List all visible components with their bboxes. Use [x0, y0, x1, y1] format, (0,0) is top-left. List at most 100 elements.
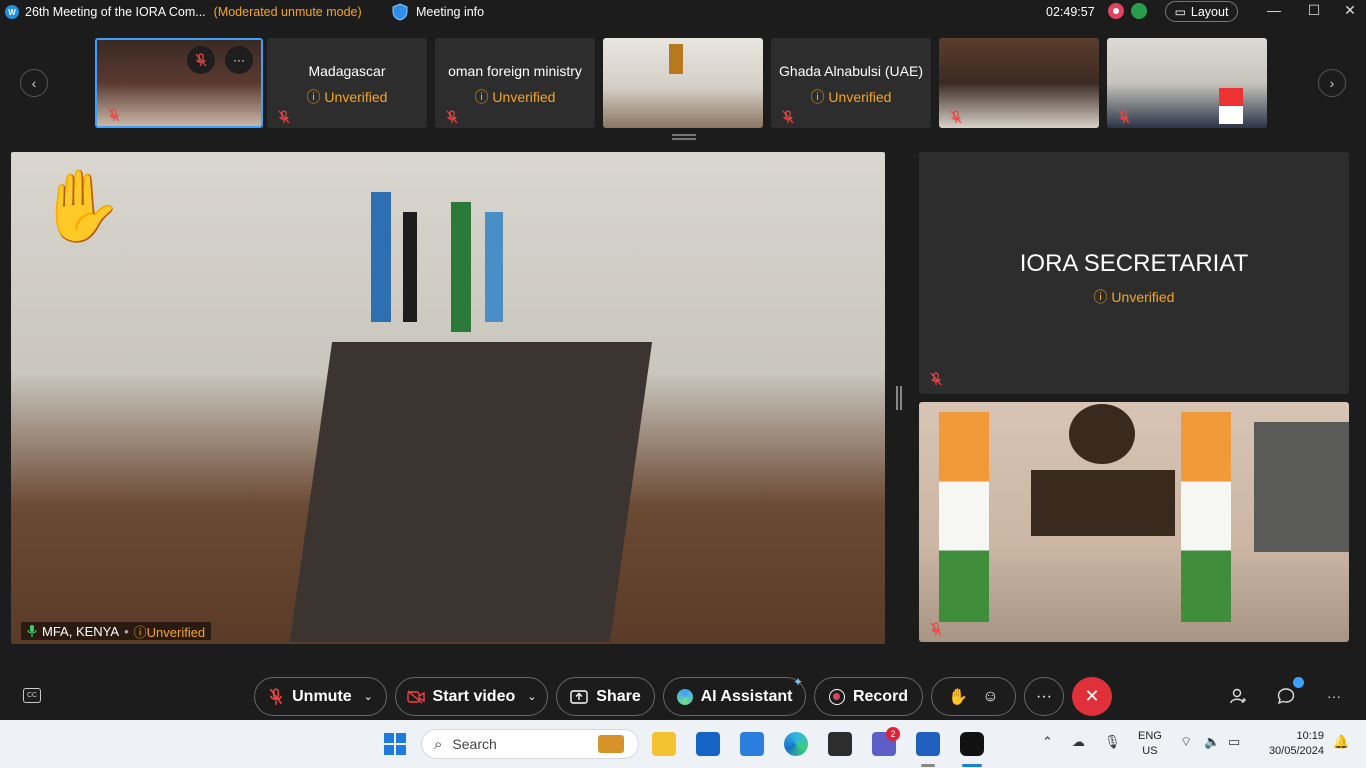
participant-video-tile-tanzania[interactable]	[939, 38, 1099, 128]
mic-off-icon	[108, 108, 120, 122]
mic-off-icon	[278, 110, 290, 124]
microsoft-store-icon[interactable]	[740, 732, 764, 756]
chat-notification-badge	[1293, 677, 1304, 688]
active-indicator	[962, 764, 982, 767]
chat-icon[interactable]	[1276, 686, 1296, 706]
search-icon: ⌕	[434, 735, 443, 753]
participant-status: ⓘ Unverified	[306, 89, 388, 105]
self-mute-button[interactable]	[187, 46, 215, 74]
mic-muted-tray-icon[interactable]: 🎙	[1104, 734, 1121, 750]
participant-video-feed	[603, 38, 763, 128]
search-highlight-icon	[598, 735, 624, 753]
meeting-info-button[interactable]: Meeting info	[392, 3, 484, 21]
participant-tile-iora-secretariat[interactable]: IORA SECRETARIAT ⓘ Unverified	[919, 152, 1349, 394]
word-icon[interactable]	[916, 732, 940, 756]
outlook-icon[interactable]	[696, 732, 720, 756]
closed-captions-button[interactable]: CC	[23, 688, 41, 703]
flag-image	[485, 212, 503, 322]
reactions-group: ✋ ☺	[931, 677, 1016, 716]
unverified-icon: ⓘ	[1093, 289, 1108, 305]
filmstrip-prev-button[interactable]: ‹	[20, 69, 48, 97]
flag-image	[371, 192, 391, 322]
reactions-icon[interactable]: ☺	[982, 688, 998, 706]
mic-off-icon	[195, 53, 207, 67]
share-label: Share	[596, 687, 641, 705]
meeting-mode: (Moderated unmute mode)	[213, 5, 362, 19]
share-button[interactable]: Share	[556, 677, 655, 716]
more-panels-icon[interactable]: ···	[1324, 686, 1344, 706]
record-icon	[828, 688, 845, 705]
raise-hand-icon[interactable]: ✋	[948, 687, 968, 707]
unverified-icon: ⓘ	[810, 89, 825, 105]
taskbar-search-box[interactable]: ⌕ Search	[421, 729, 639, 759]
chevron-down-icon[interactable]: ⌄	[527, 690, 536, 703]
leave-meeting-button[interactable]: ✕	[1072, 677, 1112, 716]
start-video-button[interactable]: Start video ⌄	[395, 677, 548, 716]
unmute-button[interactable]: Unmute ⌄	[254, 677, 387, 716]
raised-hand-icon: ✋	[37, 167, 125, 245]
layout-icon: ▭	[1174, 4, 1186, 19]
unverified-icon: ⓘ	[474, 89, 489, 105]
maximize-button[interactable]: ☐	[1304, 2, 1324, 20]
participant-video-tile-sri-lanka[interactable]	[603, 38, 763, 128]
participant-tile-madagascar[interactable]: Madagascar ⓘ Unverified	[267, 38, 427, 128]
flag-image	[403, 212, 417, 322]
unmute-label: Unmute	[292, 687, 352, 705]
language-indicator[interactable]: ENG US	[1138, 729, 1162, 759]
ai-assistant-label: AI Assistant	[700, 687, 793, 705]
participant-video-tile-india[interactable]	[919, 402, 1349, 642]
system-clock[interactable]: 10:19 30/05/2024	[1258, 729, 1324, 759]
self-video-tile[interactable]: ···	[95, 38, 263, 128]
search-placeholder: Search	[452, 736, 497, 752]
wifi-icon[interactable]: ⌔	[1180, 734, 1192, 750]
chevron-up-icon[interactable]: ⌃	[1042, 734, 1053, 750]
participant-video-feed	[939, 38, 1099, 128]
webex-taskbar-icon[interactable]	[960, 732, 984, 756]
filmstrip-resize-handle[interactable]	[672, 134, 696, 140]
mic-on-icon	[27, 625, 37, 637]
record-label: Record	[852, 687, 909, 705]
chevron-down-icon[interactable]: ⌄	[364, 690, 373, 703]
self-more-options-button[interactable]: ···	[225, 46, 253, 74]
participant-tile-oman[interactable]: oman foreign ministry ⓘ Unverified	[435, 38, 595, 128]
title-bar: W 26th Meeting of the IORA Com... (Moder…	[0, 0, 1366, 24]
participant-tile-uae[interactable]: Ghada Alnabulsi (UAE) ⓘ Unverified	[771, 38, 931, 128]
windows-taskbar: ⌕ Search ⌃ ☁ 🎙 ENG US ⌔ 🔈 ▭ 10:19 30/05/…	[0, 720, 1366, 768]
ai-assistant-button[interactable]: AI Assistant	[663, 677, 806, 716]
onedrive-icon[interactable]: ☁	[1072, 734, 1085, 750]
network-stats-icon[interactable]	[1131, 3, 1147, 19]
close-window-button[interactable]: ✕	[1340, 2, 1360, 20]
record-button[interactable]: Record	[814, 677, 923, 716]
mic-off-icon	[930, 372, 942, 386]
edge-browser-icon[interactable]	[784, 732, 808, 756]
video-off-icon	[406, 689, 425, 704]
participant-name: MFA, KENYA	[42, 623, 120, 639]
meeting-timer: 02:49:57	[1046, 5, 1095, 19]
participant-name: Madagascar	[308, 63, 386, 79]
running-indicator	[921, 764, 935, 767]
stage-splitter-handle[interactable]	[896, 386, 902, 410]
flag-image	[451, 202, 471, 332]
filmstrip-next-button[interactable]: ›	[1318, 69, 1346, 97]
ministry-signboard-image	[1031, 470, 1175, 536]
mic-off-icon	[782, 110, 794, 124]
volume-icon[interactable]: 🔈	[1204, 734, 1220, 750]
notification-bell-icon[interactable]: 🔔	[1333, 734, 1349, 750]
sticky-notes-icon[interactable]	[828, 732, 852, 756]
active-speaker-label: MFA, KENYA • ⓘUnverified	[21, 622, 212, 640]
participant-video-tile-singapore[interactable]	[1107, 38, 1267, 128]
participants-icon[interactable]	[1228, 686, 1248, 706]
layout-button[interactable]: ▭ Layout	[1165, 1, 1238, 22]
meeting-title: 26th Meeting of the IORA Com...	[25, 5, 206, 19]
windows-start-icon[interactable]	[384, 733, 406, 755]
active-speaker-video[interactable]: ✋ MFA, KENYA • ⓘUnverified	[11, 152, 885, 644]
minimize-button[interactable]: —	[1264, 2, 1284, 20]
ai-assistant-icon	[676, 688, 693, 705]
more-options-button[interactable]: ···	[1024, 677, 1064, 716]
layout-label: Layout	[1190, 4, 1229, 19]
separator: •	[124, 623, 129, 639]
participant-name: IORA SECRETARIAT	[1019, 250, 1249, 277]
sparkle-icon: ✦	[793, 675, 804, 689]
file-explorer-icon[interactable]	[652, 732, 676, 756]
battery-icon[interactable]: ▭	[1228, 734, 1240, 750]
